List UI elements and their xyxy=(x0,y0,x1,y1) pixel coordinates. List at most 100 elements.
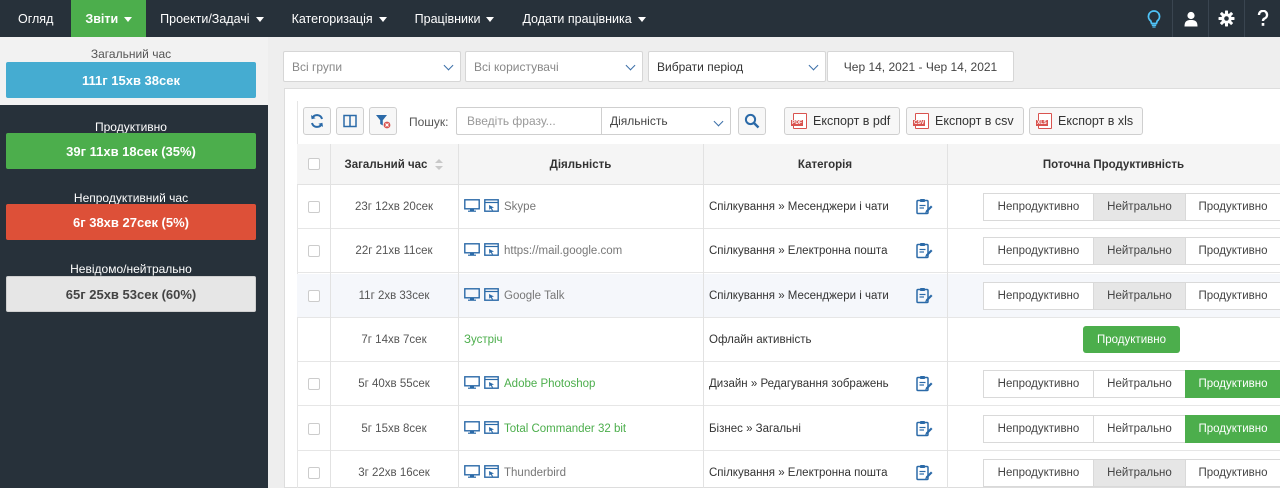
column-divider xyxy=(458,144,459,488)
row-checkbox[interactable] xyxy=(308,378,320,390)
csv-file-icon: CSV xyxy=(913,113,929,129)
total-time-label: Загальний час xyxy=(90,47,172,61)
productivity-neutral-button[interactable]: Нейтрально xyxy=(1093,193,1186,221)
edit-category-icon[interactable] xyxy=(915,464,933,482)
period-select[interactable]: Вибрати період xyxy=(648,51,826,82)
row-category: Спілкування » Електронна пошта xyxy=(709,245,888,257)
monitor-icon xyxy=(464,199,480,215)
window-icon xyxy=(484,243,499,259)
row-category: Спілкування » Месенджери і чати xyxy=(709,290,889,302)
row-activity-name[interactable]: Adobe Photoshop xyxy=(504,378,595,390)
productivity-unproductive-button[interactable]: Непродуктивно xyxy=(983,415,1094,443)
productivity-neutral-button[interactable]: Нейтрально xyxy=(1093,370,1186,398)
productivity-productive-button[interactable]: Продуктивно xyxy=(1185,193,1280,221)
nav-item-employees[interactable]: Працівники xyxy=(401,0,509,37)
chevron-down-icon xyxy=(443,60,454,71)
clear-filter-button[interactable] xyxy=(369,107,397,135)
search-label: Пошук: xyxy=(409,115,449,129)
productivity-unproductive-button[interactable]: Непродуктивно xyxy=(983,282,1094,310)
nav-item-add-employee[interactable]: Додати працівника xyxy=(508,0,659,37)
productivity-productive-button[interactable]: Продуктивно xyxy=(1185,370,1280,398)
group-filter-select[interactable]: Всі групи xyxy=(283,51,461,82)
window-icon xyxy=(484,421,499,437)
nav-item-label: Категоризація xyxy=(291,11,373,26)
row-activity-name[interactable]: Thunderbird xyxy=(504,467,566,479)
row-activity: Total Commander 32 bit xyxy=(464,407,700,451)
row-category: Спілкування » Електронна пошта xyxy=(709,467,888,479)
productivity-neutral-button[interactable]: Нейтрально xyxy=(1093,237,1186,265)
columns-button[interactable] xyxy=(336,107,364,135)
productivity-unproductive-button[interactable]: Непродуктивно xyxy=(983,459,1094,487)
monitor-icon xyxy=(464,465,480,481)
row-category: Спілкування » Месенджери і чати xyxy=(709,201,889,213)
productivity-neutral-button[interactable]: Нейтрально xyxy=(1093,459,1186,487)
edit-category-icon[interactable] xyxy=(915,375,933,393)
group-filter-value: Всі групи xyxy=(292,59,343,74)
productive-label: Продуктивно xyxy=(95,120,167,134)
filter-clear-icon xyxy=(376,115,391,129)
question-button[interactable] xyxy=(1244,0,1280,37)
nav-right-icons xyxy=(1136,0,1280,37)
edit-category-icon[interactable] xyxy=(915,242,933,260)
row-checkbox[interactable] xyxy=(308,201,320,213)
nav-item-categorization[interactable]: Категоризація xyxy=(278,0,401,37)
productivity-productive-button[interactable]: Продуктивно xyxy=(1185,282,1280,310)
row-activity-name[interactable]: Google Talk xyxy=(504,290,565,302)
neutral-label: Невідомо/нейтрально xyxy=(70,262,192,276)
column-divider xyxy=(330,144,331,488)
gear-button[interactable] xyxy=(1208,0,1244,37)
row-activity-name[interactable]: https://mail.google.com xyxy=(504,245,622,257)
nav-item-reports[interactable]: Звіти xyxy=(71,0,147,37)
row-checkbox[interactable] xyxy=(308,467,320,479)
productivity-productive-button[interactable]: Продуктивно xyxy=(1185,237,1280,265)
edit-category-icon[interactable] xyxy=(915,287,933,305)
productivity-unproductive-button[interactable]: Непродуктивно xyxy=(983,370,1094,398)
caret-down-icon xyxy=(255,17,264,22)
column-divider xyxy=(703,144,704,488)
nav-item-label: Огляд xyxy=(18,11,54,26)
productivity-productive-button[interactable]: Продуктивно xyxy=(1185,459,1280,487)
row-checkbox[interactable] xyxy=(308,423,320,435)
lightbulb-button[interactable] xyxy=(1136,0,1172,37)
productivity-unproductive-button[interactable]: Непродуктивно xyxy=(983,237,1094,265)
row-total-time: 7г 14хв 7сек xyxy=(361,334,427,346)
table-row: 5г 40хв 55сек Adobe Photoshop Дизайн » Ред… xyxy=(297,362,1280,406)
sidebar: Загальний час 111г 15хв 38сек Продуктивн… xyxy=(0,37,268,488)
unproductive-label: Непродуктивний час xyxy=(73,191,189,205)
row-total-time: 5г 40хв 55сек xyxy=(358,378,430,390)
export-csv-button[interactable]: CSV Експорт в csv xyxy=(906,107,1024,135)
search-input[interactable] xyxy=(456,107,601,135)
export-pdf-button[interactable]: PDF Експорт в pdf xyxy=(784,107,901,135)
productivity-status-badge[interactable]: Продуктивно xyxy=(1083,326,1180,353)
export-xls-button[interactable]: XLS Експорт в xls xyxy=(1029,107,1144,135)
date-range-input[interactable]: Чер 14, 2021 - Чер 14, 2021 xyxy=(827,51,1014,82)
productivity-productive-button[interactable]: Продуктивно xyxy=(1185,415,1280,443)
search-button[interactable] xyxy=(738,107,766,135)
row-activity-name[interactable]: Skype xyxy=(504,201,536,213)
user-button[interactable] xyxy=(1172,0,1208,37)
nav-item-label: Проекти/Задачі xyxy=(160,11,250,26)
row-activity-name[interactable]: Зустріч xyxy=(464,334,503,346)
row-activity: Зустріч xyxy=(464,318,700,362)
row-activity-name[interactable]: Total Commander 32 bit xyxy=(504,423,626,435)
productivity-neutral-button[interactable]: Нейтрально xyxy=(1093,415,1186,443)
nav-item-overview[interactable]: Огляд xyxy=(0,0,71,37)
edit-category-icon[interactable] xyxy=(915,198,933,216)
productivity-neutral-button[interactable]: Нейтрально xyxy=(1093,282,1186,310)
row-activity: Skype xyxy=(464,185,700,229)
nav-item-label: Працівники xyxy=(414,11,481,26)
gear-icon xyxy=(1218,10,1235,27)
export-csv-label: Експорт в csv xyxy=(935,114,1014,128)
column-header-time[interactable]: Загальний час xyxy=(330,144,458,185)
nav-item-projects-tasks[interactable]: Проекти/Задачі xyxy=(146,0,277,37)
select-all-checkbox[interactable] xyxy=(308,158,320,170)
row-checkbox[interactable] xyxy=(308,290,320,302)
table-row: 3г 22хв 16сек Thunderbird Спілкування » Ел… xyxy=(297,451,1280,488)
search-scope-select[interactable]: Діяльність xyxy=(601,107,731,135)
edit-category-icon[interactable] xyxy=(915,420,933,438)
productivity-unproductive-button[interactable]: Непродуктивно xyxy=(983,193,1094,221)
row-checkbox[interactable] xyxy=(308,245,320,257)
window-icon xyxy=(484,199,499,215)
refresh-button[interactable] xyxy=(303,107,331,135)
user-filter-select[interactable]: Всі користувачі xyxy=(465,51,643,82)
